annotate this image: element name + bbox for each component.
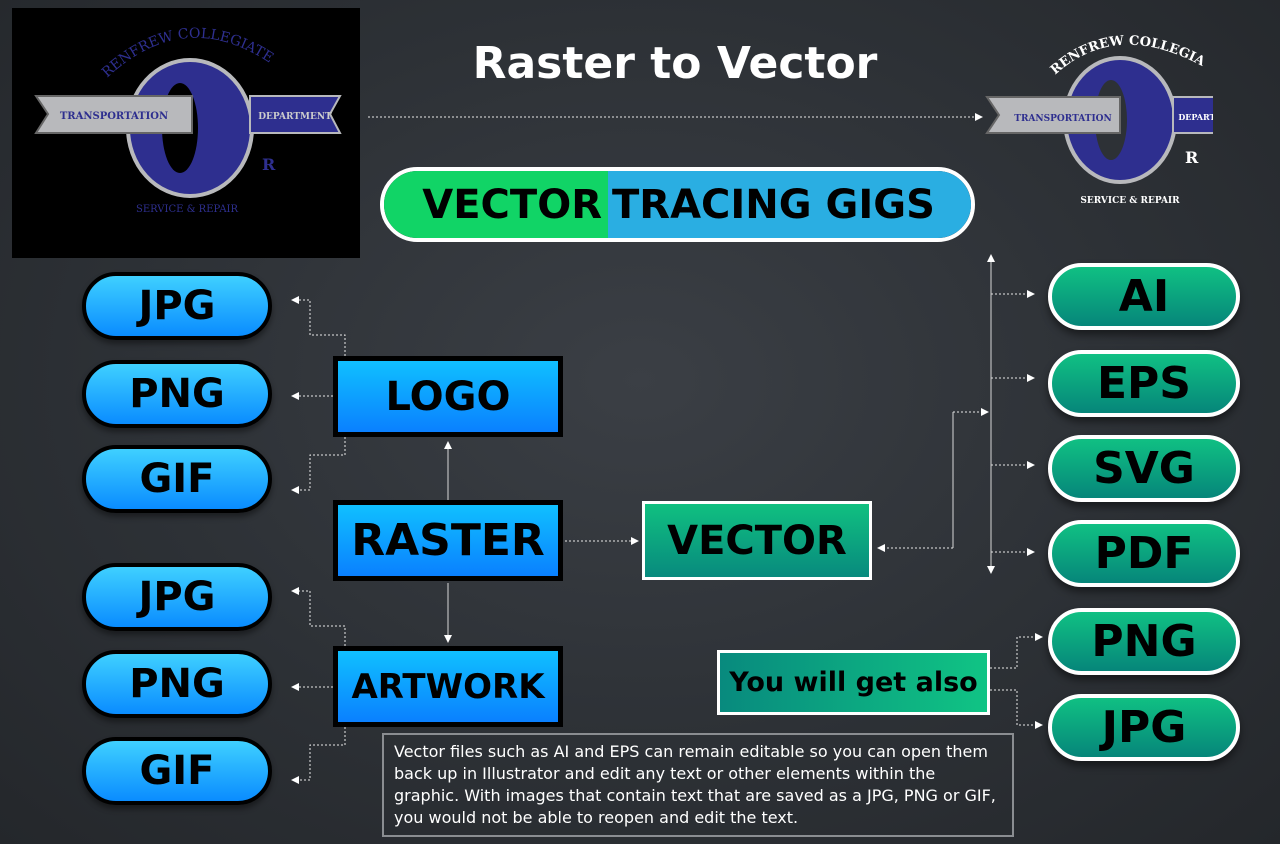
svg-text:SERVICE & REPAIR: SERVICE & REPAIR [136,204,239,215]
logo-format-gif: GIF [82,445,272,513]
logo-node: LOGO [333,356,563,437]
artwork-format-gif: GIF [82,737,272,805]
banner-part2: TRACING GIGS [608,171,971,238]
page-title: Raster to Vector [472,38,878,89]
vector-format-svg: SVG [1048,435,1240,502]
extra-format-png: PNG [1048,608,1240,675]
arrow-extra-png [990,633,1043,669]
logo-format-png: PNG [82,360,272,428]
svg-text:TRANSPORTATION: TRANSPORTATION [60,111,168,122]
vector-format-pdf: PDF [1048,520,1240,587]
svg-text:DEPARTMENT: DEPARTMENT [1178,112,1213,122]
vector-format-eps: EPS [1048,350,1240,417]
extra-format-jpg: JPG [1048,694,1240,761]
vector-node: VECTOR [642,501,872,580]
arrow-logo-gif [291,437,346,494]
explanation-note: Vector files such as AI and EPS can rema… [382,733,1014,837]
artwork-format-jpg: JPG [82,563,272,631]
you-will-get-also-label: You will get also [717,650,990,715]
vector-tracing-banner: VECTOR TRACING GIGS [380,167,975,242]
arrow-extra-jpg [990,689,1043,729]
vector-logo-image: RENFREW COLLEGIATE TRANSPORTATION DEPART… [985,25,1213,206]
arrow-artwork-gif [291,727,346,784]
arrow-logo-jpg [291,296,346,356]
vector-format-ai: AI [1048,263,1240,330]
svg-text:R: R [1185,148,1199,167]
raster-node: RASTER [333,500,563,581]
artwork-node: ARTWORK [333,646,563,727]
logo-format-jpg: JPG [82,272,272,340]
svg-text:SERVICE & REPAIR: SERVICE & REPAIR [1080,196,1180,206]
arrow-artwork-jpg [291,587,346,646]
tire-logo-icon: RENFREW COLLEGIATE TRANSPORTATION DEPART… [34,26,342,215]
raster-logo-image: RENFREW COLLEGIATE TRANSPORTATION DEPART… [12,8,360,258]
svg-text:TRANSPORTATION: TRANSPORTATION [1014,114,1111,124]
svg-text:R: R [262,155,276,174]
svg-text:DEPARTMENT: DEPARTMENT [258,112,332,122]
artwork-format-png: PNG [82,650,272,718]
banner-part1: VECTOR [384,171,608,238]
